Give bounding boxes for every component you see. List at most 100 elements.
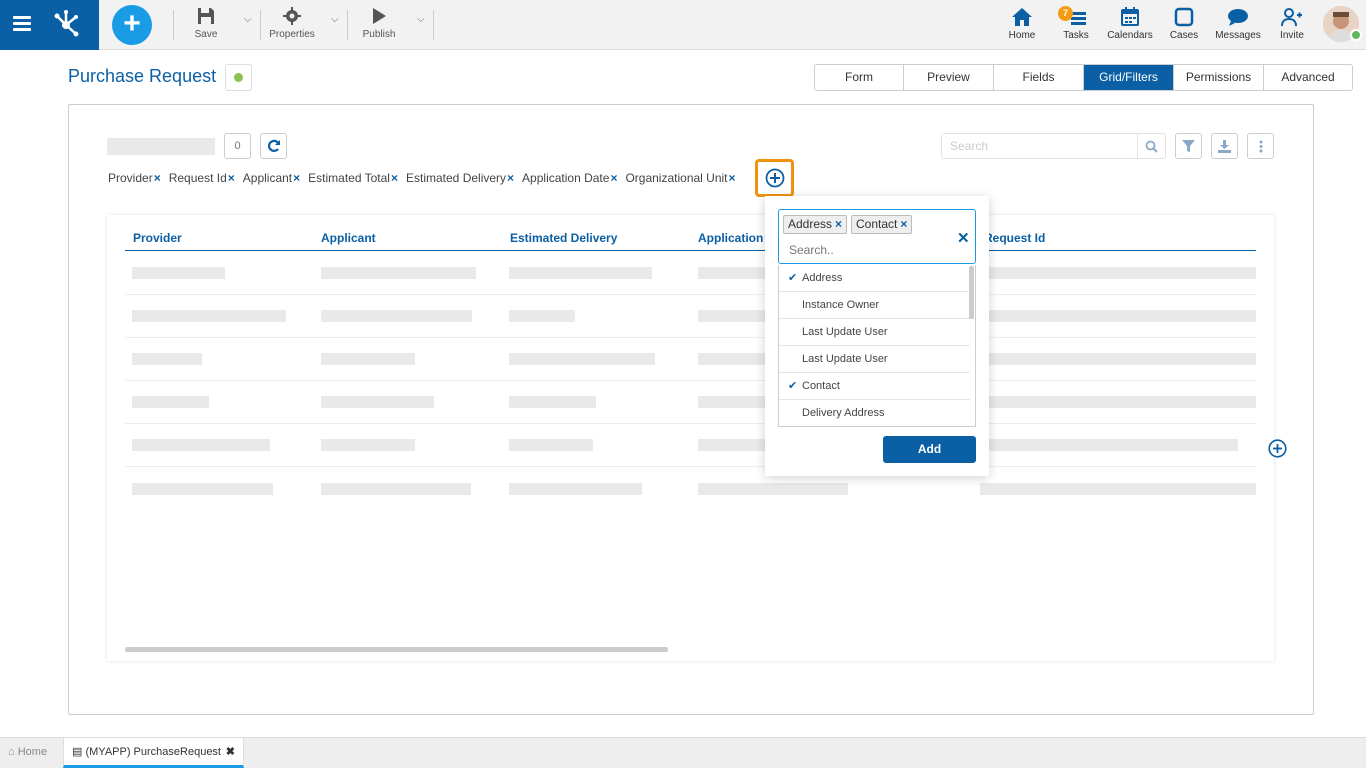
row-divider — [125, 337, 1256, 338]
remove-chip-icon[interactable]: × — [729, 171, 736, 185]
cell-placeholder — [321, 310, 472, 322]
nav-invite[interactable]: Invite — [1267, 6, 1317, 41]
dropdown-option[interactable]: Instance Owner — [779, 292, 970, 319]
top-bar: + Save ⌵ Properties ⌵ Publish ⌵ Home Tas… — [0, 0, 1366, 50]
close-tab-icon[interactable]: ✖ — [226, 738, 235, 766]
add-column-plus-icon[interactable] — [1268, 439, 1287, 458]
remove-chip-icon[interactable]: × — [293, 171, 300, 185]
properties-button[interactable]: Properties — [268, 6, 316, 40]
cell-placeholder — [509, 483, 642, 495]
filter-chip-label: Estimated Total — [308, 171, 390, 185]
refresh-button[interactable] — [260, 133, 287, 159]
column-header-applicant[interactable]: Applicant — [321, 231, 376, 245]
nav-home[interactable]: Home — [997, 6, 1047, 41]
selected-tag: Address × — [783, 215, 848, 234]
add-button[interactable]: Add — [883, 436, 976, 463]
cell-placeholder — [132, 483, 273, 495]
message-icon — [1228, 9, 1248, 26]
selected-tag-label: Address — [788, 217, 833, 231]
tab-advanced[interactable]: Advanced — [1264, 65, 1352, 90]
option-label: Last Update User — [802, 326, 888, 338]
cell-placeholder — [321, 483, 471, 495]
cell-placeholder — [509, 267, 652, 279]
filter-chip[interactable]: Applicant× — [243, 171, 300, 185]
row-divider — [125, 423, 1256, 424]
bottom-tab-bar: ⌂ Home ▤ (MYAPP) PurchaseRequest ✖ — [0, 737, 1366, 768]
clear-selection-icon[interactable]: ✕ — [957, 229, 970, 247]
tab-form[interactable]: Form — [815, 65, 904, 90]
column-header-application[interactable]: Application — [698, 231, 763, 245]
remove-chip-icon[interactable]: × — [154, 171, 161, 185]
remove-tag-icon[interactable]: × — [835, 217, 842, 231]
logo-icon[interactable] — [50, 8, 82, 40]
more-options-button[interactable] — [1247, 133, 1274, 159]
publish-button[interactable]: Publish — [360, 6, 398, 40]
dropdown-option[interactable]: Delivery Address — [779, 400, 970, 426]
tab-grid-filters[interactable]: Grid/Filters — [1084, 65, 1174, 90]
grid-title-placeholder — [107, 138, 215, 155]
grid-search-input[interactable]: Search — [941, 133, 1166, 159]
remove-chip-icon[interactable]: × — [507, 171, 514, 185]
save-button[interactable]: Save — [190, 6, 222, 40]
status-button[interactable] — [225, 64, 252, 91]
remove-chip-icon[interactable]: × — [228, 171, 235, 185]
filter-chip[interactable]: Request Id× — [169, 171, 235, 185]
filter-chip-label: Applicant — [242, 171, 293, 185]
row-divider — [125, 380, 1256, 381]
save-label: Save — [194, 29, 218, 40]
horizontal-scrollbar[interactable] — [125, 647, 668, 652]
tab-permissions[interactable]: Permissions — [1174, 65, 1264, 90]
dropdown-search-input[interactable]: Search.. — [789, 243, 834, 257]
filter-chip-label: Estimated Delivery — [406, 171, 507, 185]
cell-placeholder — [132, 310, 286, 322]
bottom-tab-home-label: Home — [17, 746, 48, 758]
dropdown-scrollbar[interactable] — [969, 266, 974, 319]
tab-preview[interactable]: Preview — [904, 65, 994, 90]
remove-chip-icon[interactable]: × — [610, 171, 617, 185]
selected-tag: Contact × — [851, 215, 913, 234]
home-icon: ⌂ — [8, 746, 15, 758]
dropdown-option[interactable]: ✔ Contact — [779, 373, 970, 400]
cell-placeholder — [132, 353, 202, 365]
search-icon[interactable] — [1137, 134, 1165, 158]
bottom-tab-current[interactable]: ▤ (MYAPP) PurchaseRequest ✖ — [63, 738, 244, 768]
nav-calendars[interactable]: Calendars — [1105, 6, 1155, 41]
dropdown-option[interactable]: ✔ Address — [779, 265, 970, 292]
filter-chip-list: Provider× Request Id× Applicant× Estimat… — [108, 171, 744, 185]
bottom-tab-home[interactable]: ⌂ Home — [0, 738, 55, 768]
cell-placeholder — [698, 310, 768, 322]
filter-chip[interactable]: Organizational Unit× — [625, 171, 735, 185]
filter-chip[interactable]: Provider× — [108, 171, 161, 185]
tab-fields[interactable]: Fields — [994, 65, 1084, 90]
column-header-request-id[interactable]: Request Id — [984, 231, 1045, 245]
filter-chip[interactable]: Estimated Total× — [308, 171, 398, 185]
option-label: Instance Owner — [802, 299, 880, 311]
new-button[interactable]: + — [112, 5, 152, 45]
filter-chip[interactable]: Estimated Delivery× — [406, 171, 514, 185]
download-icon — [1218, 139, 1231, 153]
multiselect-input[interactable]: Address × Contact × Search.. ✕ — [778, 209, 976, 264]
row-divider — [125, 466, 1256, 467]
filter-button[interactable] — [1175, 133, 1202, 159]
nav-calendars-label: Calendars — [1107, 30, 1153, 41]
menu-icon[interactable] — [13, 16, 31, 32]
nav-messages[interactable]: Messages — [1213, 6, 1263, 41]
column-header-estimated-delivery[interactable]: Estimated Delivery — [510, 231, 617, 245]
properties-chevron-down-icon[interactable]: ⌵ — [331, 14, 339, 25]
status-dot — [234, 73, 243, 82]
dropdown-option[interactable]: Last Update User — [779, 346, 970, 373]
column-header-provider[interactable]: Provider — [133, 231, 182, 245]
nav-cases[interactable]: Cases — [1159, 6, 1209, 41]
gear-icon — [283, 7, 301, 25]
dropdown-option[interactable]: Last Update User — [779, 319, 970, 346]
properties-label: Properties — [269, 29, 315, 40]
cell-placeholder — [698, 353, 768, 365]
save-chevron-down-icon[interactable]: ⌵ — [244, 14, 252, 25]
publish-chevron-down-icon[interactable]: ⌵ — [417, 14, 425, 25]
remove-chip-icon[interactable]: × — [391, 171, 398, 185]
add-filter-button[interactable] — [755, 159, 794, 197]
remove-tag-icon[interactable]: × — [900, 217, 907, 231]
cell-placeholder — [698, 439, 768, 451]
download-button[interactable] — [1211, 133, 1238, 159]
filter-chip[interactable]: Application Date× — [522, 171, 617, 185]
